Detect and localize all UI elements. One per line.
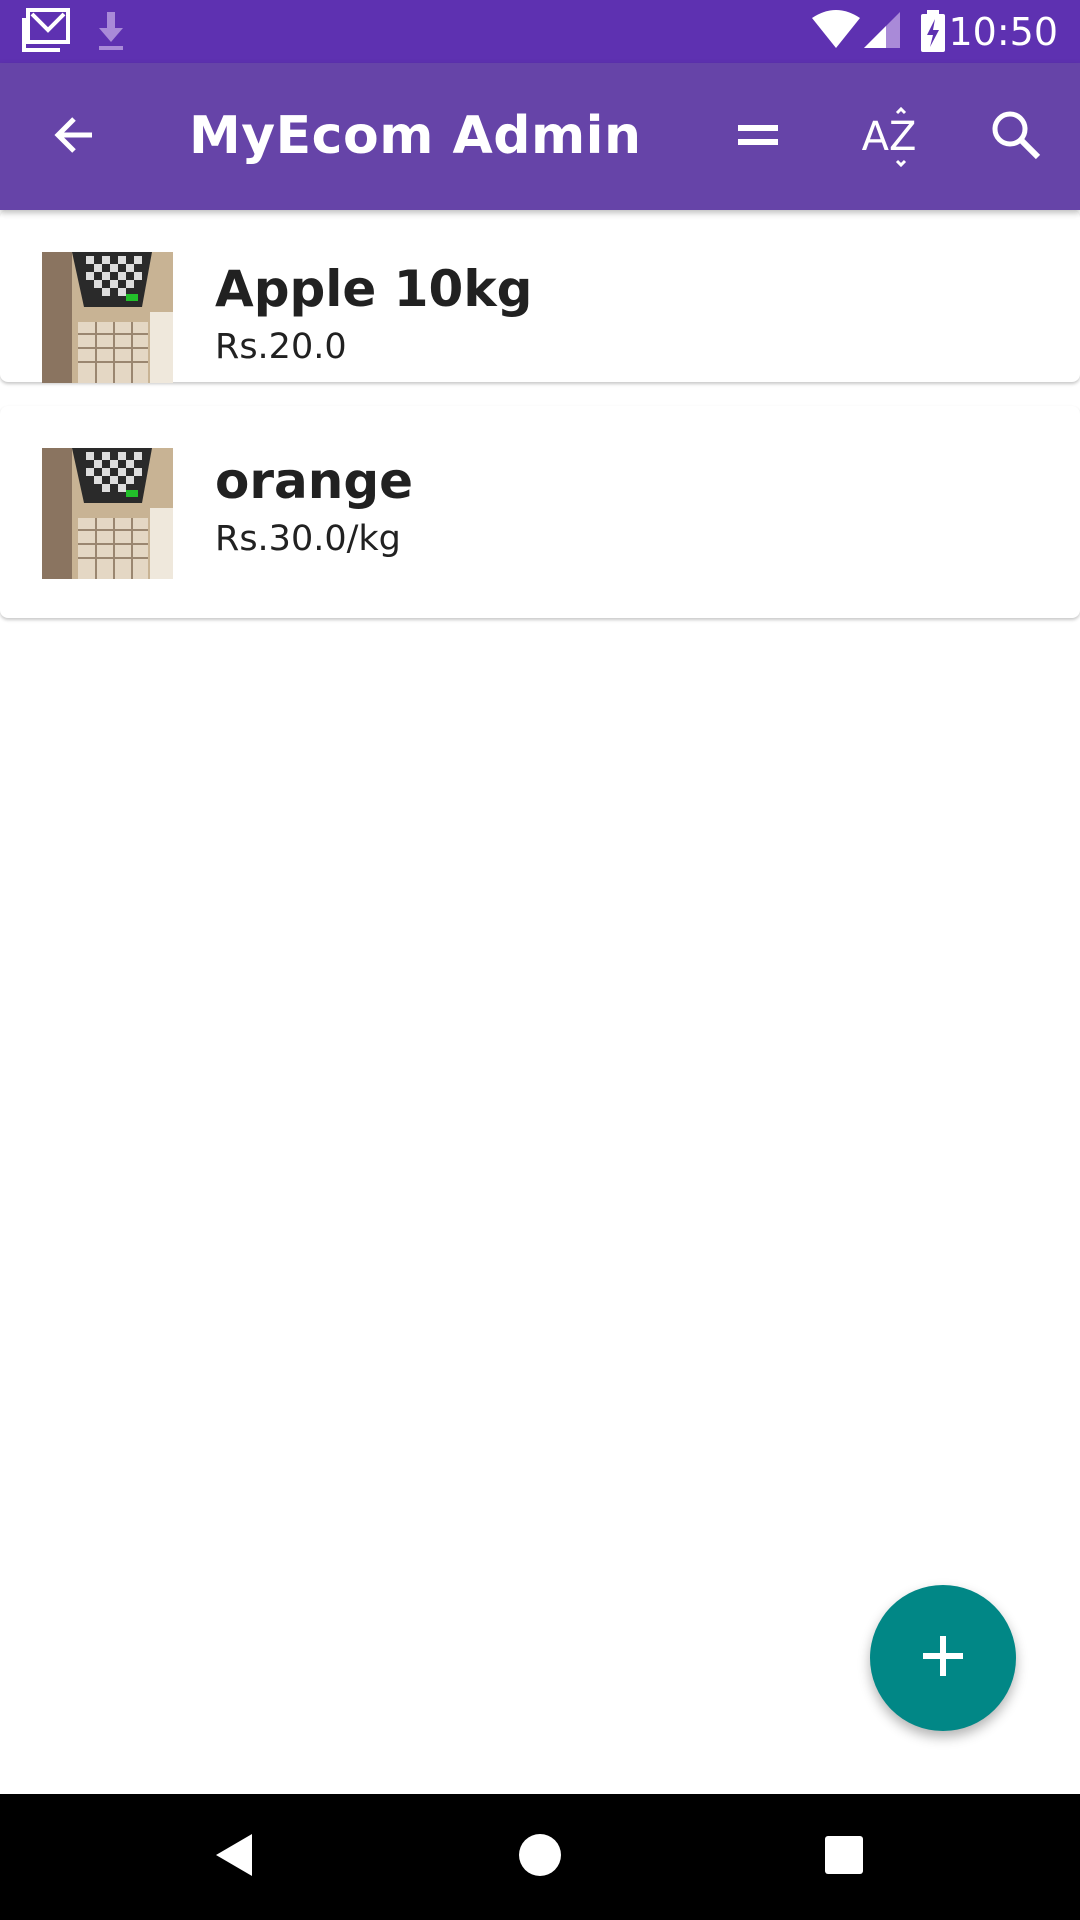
download-icon [96,8,126,59]
app-title: MyEcom Admin [189,106,642,166]
search-icon [990,109,1042,166]
home-circle-icon [517,1832,563,1883]
sort-az-icon: AZ [859,107,919,167]
wifi-icon [810,8,862,59]
nav-home-button[interactable] [500,1817,580,1897]
product-thumbnail [42,448,173,579]
gmail-icon [22,8,72,59]
back-arrow-icon [50,111,98,164]
status-bar: 10:50 [0,0,1080,63]
list-item[interactable]: orange Rs.30.0/kg [0,406,1080,618]
product-price: Rs.20.0 [215,327,347,367]
back-triangle-icon [212,1832,258,1883]
navigation-bar [0,1794,1080,1920]
equals-icon [734,111,782,164]
sort-az-button[interactable]: AZ [835,83,943,191]
cell-signal-icon [862,8,902,59]
product-name: orange [215,452,414,510]
add-product-button[interactable] [870,1585,1016,1731]
product-list: Apple 10kg Rs.20.0 orange Rs.30.0/kg [0,210,1080,618]
equals-button[interactable] [704,83,812,191]
app-bar: MyEcom Admin AZ [0,63,1080,210]
battery-charging-icon [918,8,948,59]
product-thumbnail [42,252,173,383]
list-item[interactable]: Apple 10kg Rs.20.0 [0,210,1080,383]
product-name: Apple 10kg [215,260,533,318]
search-button[interactable] [962,83,1070,191]
status-time: 10:50 [948,10,1058,54]
plus-icon [921,1634,965,1683]
nav-recents-button[interactable] [804,1817,884,1897]
recents-square-icon [822,1833,866,1882]
back-button[interactable] [20,83,128,191]
nav-back-button[interactable] [195,1817,275,1897]
product-price: Rs.30.0/kg [215,519,401,559]
sort-az-label: AZ [861,114,917,160]
screen: 10:50 MyEcom Admin AZ Apple 10kg Rs.20.0… [0,0,1080,1920]
